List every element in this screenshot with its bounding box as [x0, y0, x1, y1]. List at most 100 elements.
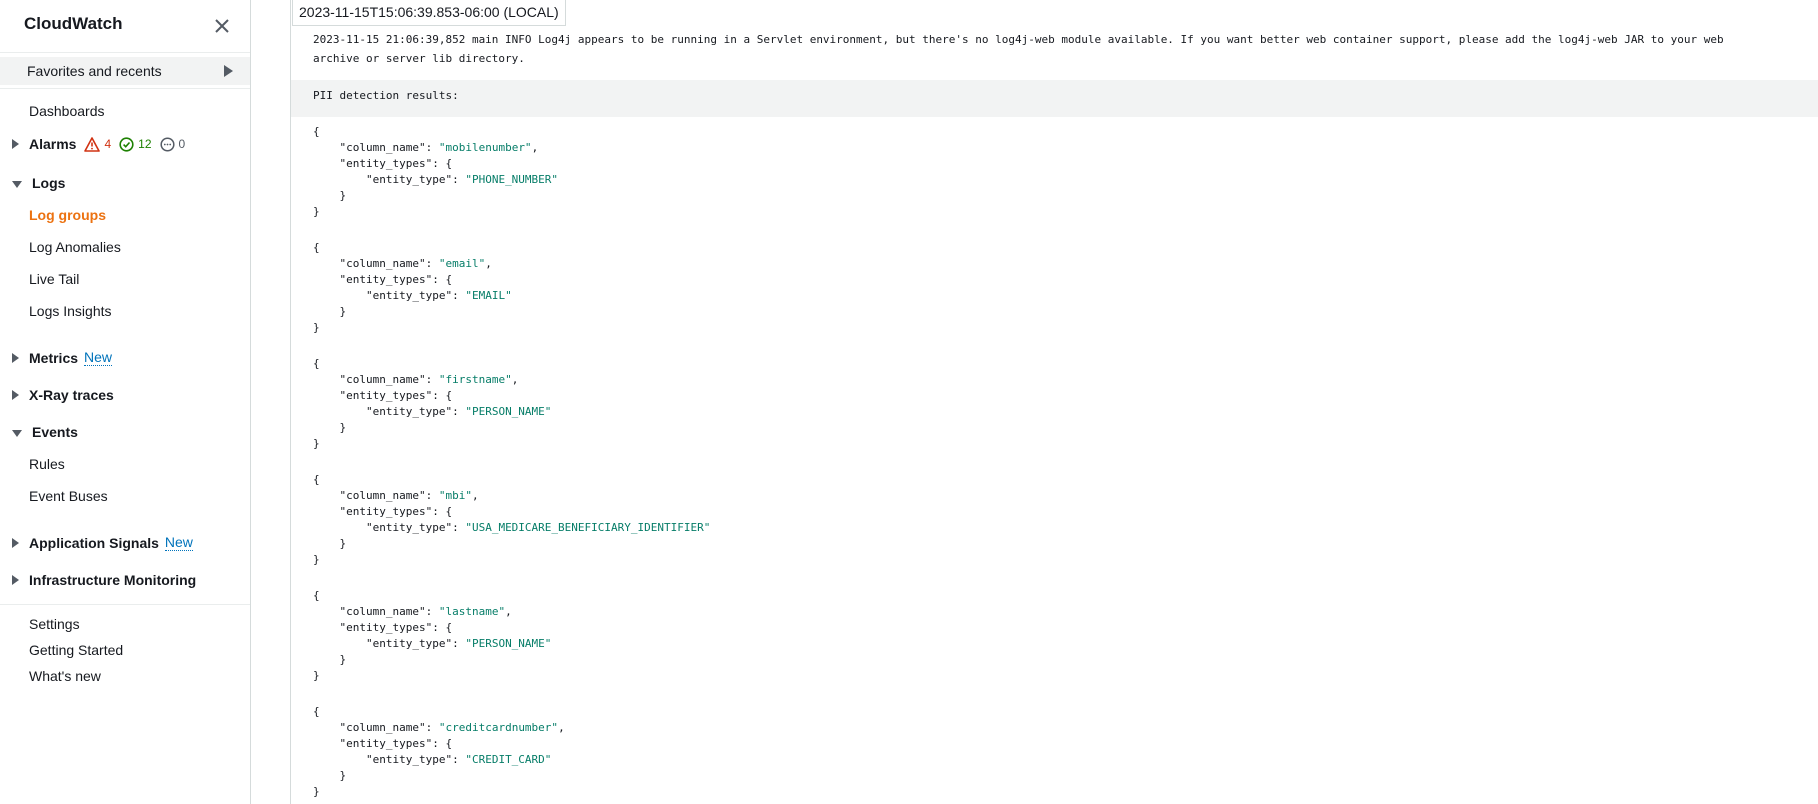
divider: [0, 52, 250, 53]
alarm-status-badges: 4 12 0: [84, 136, 193, 152]
json-line: {: [313, 589, 320, 602]
favorites-label: Favorites and recents: [27, 63, 162, 79]
expand-icon: [12, 390, 19, 400]
json-line: "column_name": "mobilenumber",: [339, 141, 539, 154]
in-alarm-count: 4: [104, 137, 112, 151]
alarms-label: Alarms: [29, 136, 77, 152]
new-badge[interactable]: New: [84, 350, 113, 366]
warning-icon: [84, 136, 101, 152]
ok-badge: 12: [119, 136, 152, 152]
json-line: }: [313, 669, 320, 682]
json-line: }: [313, 205, 320, 218]
json-line: }: [313, 785, 320, 798]
pii-results-header: PII detection results:: [291, 80, 1818, 117]
json-line: "entity_type": "PHONE_NUMBER": [365, 173, 559, 186]
insufficient-count: 0: [178, 137, 186, 151]
json-line: }: [313, 437, 320, 450]
json-line: {: [313, 705, 320, 718]
pii-result-item: { "column_name": "firstname", "entity_ty…: [313, 356, 551, 452]
json-line: "entity_type": "PERSON_NAME": [365, 405, 552, 418]
log-message: 2023-11-15 21:06:39,852 main INFO Log4j …: [291, 24, 1818, 80]
json-line: "entity_types": {: [339, 389, 453, 402]
json-line: }: [313, 653, 347, 666]
events-label: Events: [32, 424, 78, 440]
collapse-icon: [12, 180, 22, 188]
nav-dashboards[interactable]: Dashboards: [29, 103, 105, 119]
divider: [0, 88, 250, 89]
json-line: }: [313, 321, 320, 334]
close-icon[interactable]: [212, 16, 232, 36]
column-name-value: "creditcardnumber": [438, 721, 559, 734]
pii-result-item: { "column_name": "mobilenumber", "entity…: [313, 124, 558, 220]
entity-type-value: "PERSON_NAME": [465, 405, 552, 418]
new-badge[interactable]: New: [164, 535, 193, 551]
json-line: "column_name": "firstname",: [339, 373, 519, 386]
nav-events[interactable]: Events: [12, 424, 78, 440]
json-line: "entity_types": {: [339, 621, 453, 634]
ok-count: 12: [138, 137, 152, 151]
nav-log-groups[interactable]: Log groups: [29, 207, 106, 223]
expand-icon: [12, 575, 19, 585]
expand-icon: [12, 139, 19, 149]
in-alarm-badge: 4: [84, 136, 112, 152]
nav-whats-new[interactable]: What's new: [29, 668, 101, 684]
xray-label: X-Ray traces: [29, 387, 114, 403]
nav-rules[interactable]: Rules: [29, 456, 65, 472]
json-line: "entity_type": "USA_MEDICARE_BENEFICIARY…: [365, 521, 711, 534]
column-name-value: "email": [438, 257, 486, 270]
collapse-icon: [12, 429, 22, 437]
app-signals-label: Application Signals: [29, 535, 159, 551]
json-line: "column_name": "creditcardnumber",: [339, 721, 565, 734]
nav-alarms[interactable]: Alarms 4 12 0: [12, 136, 193, 152]
json-line: }: [313, 537, 347, 550]
nav-xray-traces[interactable]: X-Ray traces: [12, 387, 114, 403]
json-line: }: [313, 421, 347, 434]
entity-type-value: "PERSON_NAME": [465, 637, 552, 650]
check-circle-icon: [119, 136, 134, 152]
ellipsis-circle-icon: [159, 136, 175, 152]
json-line: {: [313, 357, 320, 370]
nav-log-anomalies[interactable]: Log Anomalies: [29, 239, 121, 255]
nav-application-signals[interactable]: Application Signals New: [12, 535, 193, 551]
expand-icon: [12, 353, 19, 363]
json-line: }: [313, 553, 320, 566]
nav-live-tail[interactable]: Live Tail: [29, 271, 79, 287]
caret-right-icon: [224, 65, 233, 77]
nav-logs-insights[interactable]: Logs Insights: [29, 303, 112, 319]
pii-result-item: { "column_name": "lastname", "entity_typ…: [313, 588, 551, 684]
json-line: {: [313, 473, 320, 486]
expand-icon: [12, 538, 19, 548]
column-name-value: "mobilenumber": [438, 141, 532, 154]
sidebar-navigation: CloudWatch Favorites and recents Dashboa…: [0, 0, 251, 804]
logs-label: Logs: [32, 175, 66, 191]
infra-label: Infrastructure Monitoring: [29, 572, 197, 588]
json-line: {: [313, 125, 320, 138]
nav-event-buses[interactable]: Event Buses: [29, 488, 108, 504]
nav-logs[interactable]: Logs: [12, 175, 65, 191]
json-line: "column_name": "mbi",: [339, 489, 479, 502]
favorites-and-recents[interactable]: Favorites and recents: [0, 57, 250, 85]
nav-getting-started[interactable]: Getting Started: [29, 642, 123, 658]
sidebar-header: CloudWatch: [0, 0, 250, 50]
json-line: "entity_types": {: [339, 505, 453, 518]
entity-type-value: "USA_MEDICARE_BENEFICIARY_IDENTIFIER": [465, 521, 711, 534]
json-line: "column_name": "email",: [339, 257, 492, 270]
entity-type-value: "EMAIL": [465, 289, 512, 302]
json-line: {: [313, 241, 320, 254]
json-line: "entity_type": "PERSON_NAME": [365, 637, 552, 650]
json-line: }: [313, 305, 347, 318]
json-line: "entity_type": "CREDIT_CARD": [365, 753, 552, 766]
json-line: "entity_type": "EMAIL": [365, 289, 512, 302]
json-line: }: [313, 189, 347, 202]
column-name-value: "mbi": [438, 489, 472, 502]
insufficient-data-badge: 0: [159, 136, 186, 152]
pii-result-item: { "column_name": "mbi", "entity_types": …: [313, 472, 710, 568]
column-name-value: "lastname": [438, 605, 506, 618]
json-line: "entity_types": {: [339, 273, 453, 286]
entity-type-value: "PHONE_NUMBER": [465, 173, 559, 186]
pii-result-item: { "column_name": "creditcardnumber", "en…: [313, 704, 565, 800]
nav-metrics[interactable]: Metrics New: [12, 350, 113, 366]
nav-infrastructure-monitoring[interactable]: Infrastructure Monitoring: [12, 572, 196, 588]
metrics-label: Metrics: [29, 350, 79, 366]
nav-settings[interactable]: Settings: [29, 616, 80, 632]
